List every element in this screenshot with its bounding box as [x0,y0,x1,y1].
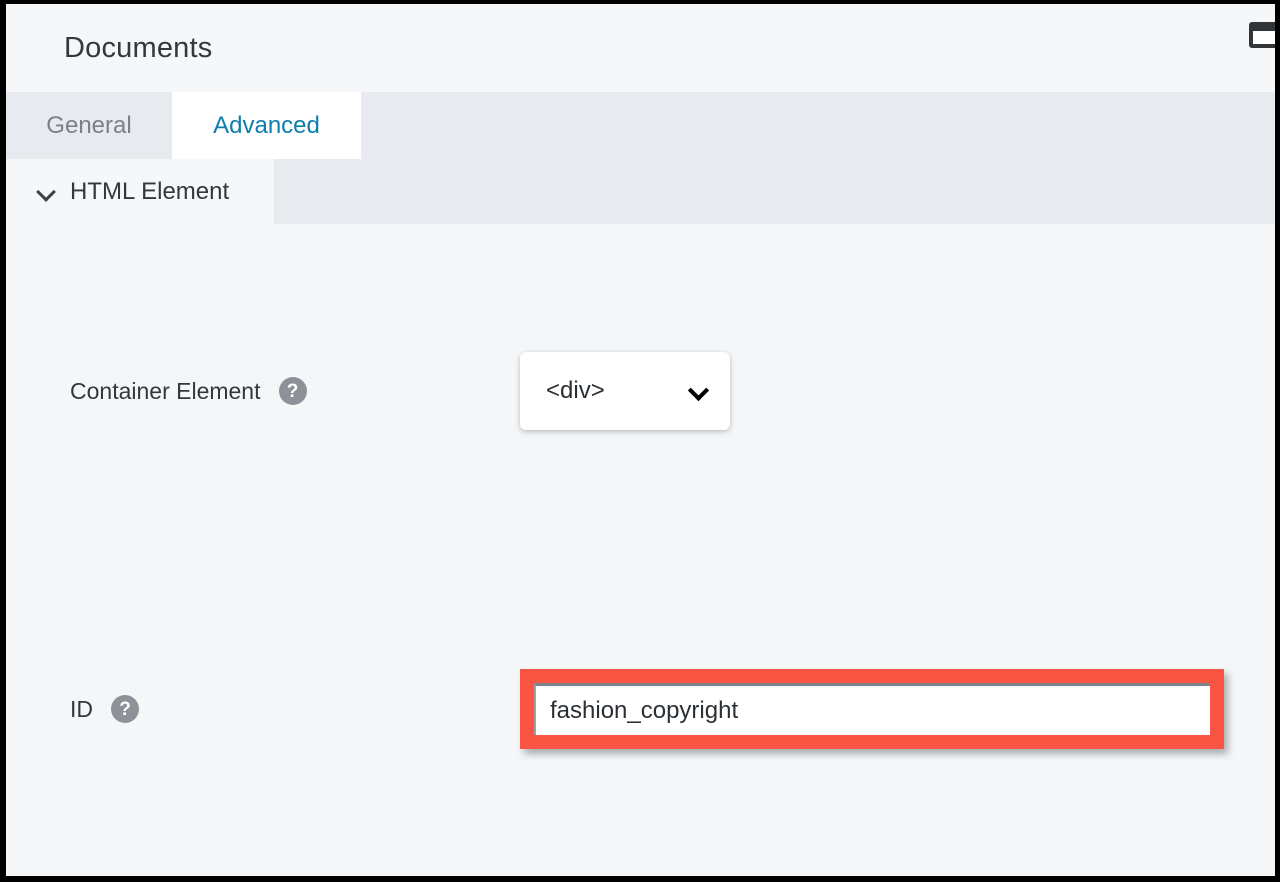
container-element-select[interactable]: <div> [520,352,730,430]
help-icon-id[interactable]: ? [111,695,139,723]
chevron-down-icon [36,181,58,203]
tab-general[interactable]: General [6,92,172,159]
app-viewport: Documents General Advanced HTML Element … [6,4,1275,876]
chevron-down-icon [690,382,708,400]
field-row-container-element: Container Element ? <div> [6,346,1275,436]
id-label: ID [70,695,93,722]
section-header-row: HTML Element [6,159,1275,224]
tab-bar: General Advanced [6,92,1275,159]
section-html-element[interactable]: HTML Element [6,159,274,224]
container-element-label-wrap: Container Element ? [6,377,520,405]
form-body: Container Element ? <div> ID ? [6,224,1275,876]
help-icon-container-element[interactable]: ? [278,377,307,405]
field-row-id: ID ? [6,664,1275,754]
page-header: Documents [6,4,1275,92]
page-title: Documents [64,31,213,64]
screenshot-frame: Documents General Advanced HTML Element … [0,0,1280,882]
id-field-highlight [520,669,1224,749]
window-icon[interactable] [1249,22,1275,48]
section-title: HTML Element [70,177,230,205]
container-element-value: <div> [546,377,605,404]
id-input[interactable] [534,683,1210,735]
tab-advanced[interactable]: Advanced [172,92,361,159]
id-label-wrap: ID ? [6,695,520,723]
container-element-label: Container Element [70,377,261,404]
